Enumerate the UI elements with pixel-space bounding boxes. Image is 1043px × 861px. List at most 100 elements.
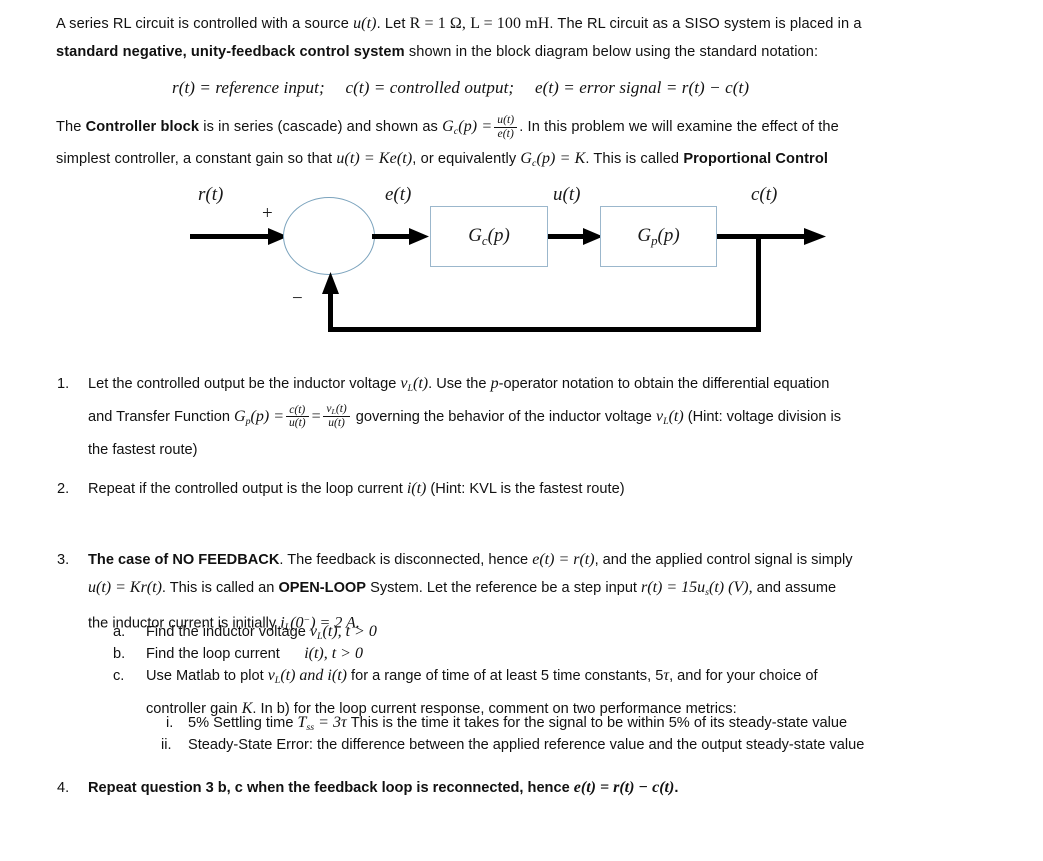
q3-l2-text-b: System. Let the reference be a step inpu… bbox=[366, 580, 642, 596]
q1-frac2-denominator: u(t) bbox=[323, 416, 350, 429]
error-signal-line bbox=[372, 234, 414, 239]
document-page: A series RL circuit is controlled with a… bbox=[0, 0, 1043, 861]
controller-transfer-fraction: u(t) e(t) bbox=[494, 114, 518, 140]
control-signal-line bbox=[548, 234, 588, 239]
q3-text-a: . The feedback is disconnected, hence bbox=[279, 552, 533, 568]
intro-text-2rest: shown in the block diagram below using t… bbox=[404, 44, 819, 60]
subitem-c-line-1: Use Matlab to plot vL(t) and i(t) for a … bbox=[146, 662, 1006, 695]
q1-frac1-numerator: c(t) bbox=[289, 403, 306, 416]
output-arrowhead-icon bbox=[804, 228, 826, 245]
intro-u-of-t: u(t) bbox=[353, 15, 377, 32]
q3-step-input-rest: (t) (V), bbox=[709, 579, 753, 596]
controller-text-1a: The bbox=[56, 119, 86, 135]
sub-c-vl-rest: (t) bbox=[280, 667, 296, 684]
question-4-number: 4. bbox=[57, 780, 70, 796]
q2-text-a: Repeat if the controlled output is the l… bbox=[88, 481, 407, 497]
question-1-line-1: Let the controlled output be the inducto… bbox=[88, 370, 1008, 403]
error-arrowhead-icon bbox=[409, 228, 429, 245]
controller-line-2: simplest controller, a constant gain so … bbox=[56, 145, 1016, 178]
q1-equals-sign: = bbox=[310, 407, 322, 425]
signal-definitions: r(t) = reference input; c(t) = controlle… bbox=[172, 74, 1002, 103]
intro-bold-phrase: standard negative, unity-feedback contro… bbox=[56, 44, 405, 60]
sub-a-vl: v bbox=[309, 623, 317, 640]
q1-vl-arg-2: (t) bbox=[668, 407, 684, 425]
roman-i-settling-rest: = 3 bbox=[314, 714, 341, 731]
subitem-c-letter: c. bbox=[113, 668, 125, 684]
question-3-line-2: u(t) = Kr(t). This is called an OPEN-LOO… bbox=[88, 574, 1008, 607]
intro-line-2: standard negative, unity-feedback contro… bbox=[56, 38, 1006, 66]
controller-block: Gc(p) bbox=[430, 206, 548, 267]
question-3-line-1: The case of NO FEEDBACK. The feedback is… bbox=[88, 546, 1008, 574]
question-4-body: Repeat question 3 b, c when the feedback… bbox=[88, 774, 1008, 802]
question-1-line-3: the fastest route) bbox=[88, 441, 198, 458]
intro-resistance-value: R = 1 Ω, bbox=[409, 15, 467, 32]
controller-gc-equals-k: (p) = K bbox=[536, 150, 586, 167]
q1-text-b: . Use the bbox=[428, 376, 491, 392]
sub-c-vl: v bbox=[267, 667, 275, 684]
q3-text-b: , and the applied control signal is simp… bbox=[594, 552, 853, 568]
question-2-body: Repeat if the controlled output is the l… bbox=[88, 475, 1008, 503]
q1-text-a: Let the controlled output be the inducto… bbox=[88, 376, 401, 392]
q2-text-b: (Hint: KVL is the fastest route) bbox=[426, 481, 625, 497]
diagram-label-r: r(t) bbox=[198, 184, 224, 205]
q3-l2-text-a: . This is called an bbox=[161, 580, 279, 596]
q1-fraction-2: vL(t) u(t) bbox=[323, 403, 350, 430]
controller-gc-symbol-2: G bbox=[520, 150, 533, 167]
controller-block-arg: (p) bbox=[487, 224, 510, 246]
fraction-numerator: u(t) bbox=[497, 114, 515, 127]
diagram-label-c: c(t) bbox=[751, 184, 778, 205]
question-1-body: Let the controlled output be the inducto… bbox=[88, 370, 1008, 464]
feedback-arrowhead-icon bbox=[322, 272, 339, 294]
q3-l2-text-c: and assume bbox=[752, 580, 837, 596]
q2-loop-current: i(t) bbox=[406, 480, 427, 497]
plant-block-G: G bbox=[637, 224, 652, 246]
controller-text-2b: , or equivalently bbox=[412, 151, 521, 167]
q3-error-equation: e(t) = r(t) bbox=[532, 551, 595, 568]
summing-junction bbox=[283, 197, 375, 275]
q1-fraction-1: c(t) u(t) bbox=[285, 403, 309, 430]
controller-block-G: G bbox=[468, 224, 482, 246]
intro-inductance-value: L = 100 mH bbox=[470, 15, 550, 32]
q4-text-a: Repeat question 3 b, c when the feedback… bbox=[88, 780, 574, 796]
controller-text-2a: simplest controller, a constant gain so … bbox=[56, 151, 337, 167]
controller-text-1b: is in series (cascade) and shown as bbox=[199, 119, 443, 135]
controller-bold-phrase: Controller block bbox=[85, 119, 200, 135]
q1-frac2-v-arg: (t) bbox=[335, 402, 347, 415]
q1-gp-rest: (p) = bbox=[250, 407, 284, 425]
input-signal-line bbox=[190, 234, 274, 239]
q1-frac1-denominator: u(t) bbox=[285, 416, 309, 429]
feedback-vertical-left bbox=[328, 288, 333, 332]
q1-frac2-numerator: vL(t) bbox=[323, 403, 349, 417]
intro-line-1: A series RL circuit is controlled with a… bbox=[56, 10, 1006, 38]
sub-b-loop-current: i(t), t > 0 bbox=[304, 645, 363, 662]
feedback-vertical-right bbox=[756, 234, 761, 332]
roman-ii-body: Steady-State Error: the difference betwe… bbox=[188, 737, 865, 753]
question-1-number: 1. bbox=[57, 376, 70, 392]
controller-line-1: The Controller block is in series (casca… bbox=[56, 113, 1016, 146]
controller-gc-symbol: G bbox=[442, 118, 454, 135]
q1-p-operator: p bbox=[490, 375, 499, 392]
feedback-horizontal-bottom bbox=[328, 327, 761, 332]
sub-a-text: Find the inductor voltage bbox=[146, 624, 310, 640]
q3-bold-heading: The case of NO FEEDBACK bbox=[88, 552, 280, 568]
q3-step-input: r(t) = 15u bbox=[641, 579, 706, 596]
question-1-line-2: and Transfer Function Gp(p) = c(t) u(t) = vL… bbox=[88, 403, 1008, 436]
question-3-number: 3. bbox=[57, 552, 70, 568]
sub-c-text-c: , and for your choice of bbox=[669, 668, 818, 684]
controller-gc-rest: (p) = bbox=[458, 118, 493, 135]
plant-block: Gp(p) bbox=[600, 206, 717, 267]
q1-vl-symbol-2: v bbox=[655, 407, 664, 425]
intro-text-1c: . The RL circuit as a SISO system is pla… bbox=[549, 16, 862, 32]
diagram-minus-sign: − bbox=[292, 288, 303, 309]
q1-gp-symbol: G bbox=[234, 407, 246, 425]
plant-block-label: Gp(p) bbox=[601, 225, 716, 249]
sub-b-text: Find the loop current bbox=[146, 646, 280, 662]
q3-control-equation: u(t) = Kr(t) bbox=[88, 579, 162, 596]
q3-open-loop-bold: OPEN-LOOP bbox=[278, 580, 367, 596]
controller-block-label: Gc(p) bbox=[431, 225, 547, 249]
roman-ii-numeral: ii. bbox=[161, 737, 172, 753]
sub-c-text-b: for a range of time of at least 5 time c… bbox=[346, 668, 664, 684]
q1-text-c: -operator notation to obtain the differe… bbox=[498, 376, 830, 392]
fraction-denominator: e(t) bbox=[494, 126, 518, 140]
controller-gain-equation: u(t) = Ke(t) bbox=[336, 150, 413, 167]
